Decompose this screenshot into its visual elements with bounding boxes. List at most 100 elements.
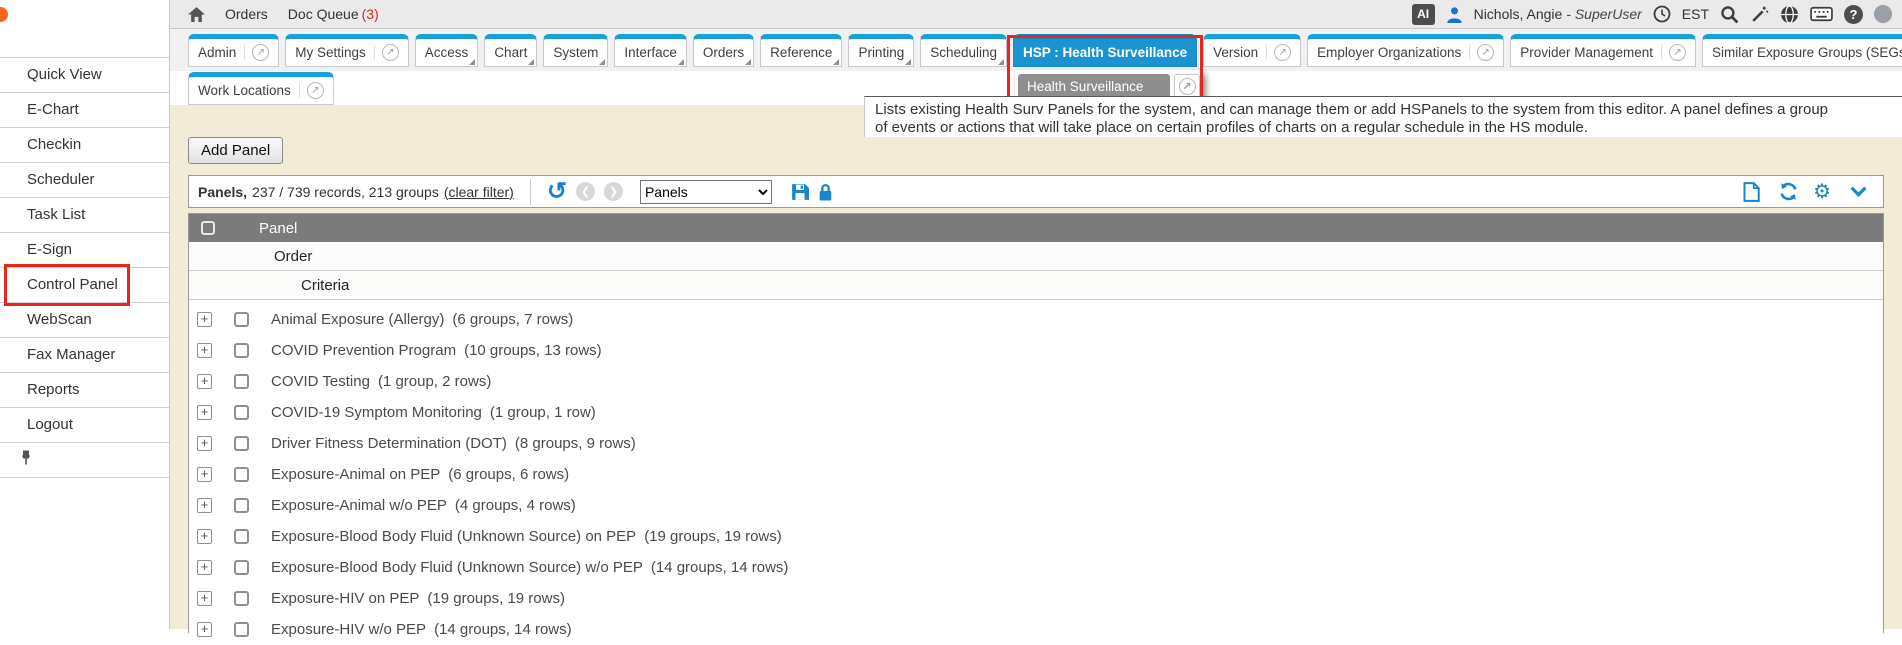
tab-similar-exposure-groups[interactable]: Similar Exposure Groups (SEGs) bbox=[1702, 34, 1902, 67]
user-icon[interactable] bbox=[1446, 6, 1463, 23]
keyboard-icon[interactable] bbox=[1810, 6, 1833, 22]
menu-item-health-surveillance[interactable]: Health Surveillance bbox=[1018, 74, 1170, 99]
tooltip-line-2: of events or actions that will take plac… bbox=[875, 119, 1902, 137]
row-checkbox[interactable] bbox=[234, 312, 249, 327]
sidebar-item-task-list[interactable]: Task List bbox=[0, 198, 169, 233]
tab-hsp-health-surveillance[interactable]: HSP : Health Surveillance Health Surveil… bbox=[1013, 34, 1197, 67]
table-row[interactable]: Exposure-Animal w/o PEP(4 groups, 4 rows… bbox=[189, 490, 1883, 521]
record-summary: 237 / 739 records, 213 groups bbox=[252, 184, 439, 200]
help-icon[interactable]: ? bbox=[1844, 5, 1863, 24]
select-all-checkbox[interactable] bbox=[201, 221, 215, 235]
expand-icon[interactable] bbox=[197, 312, 212, 327]
tab-employer-organizations[interactable]: Employer Organizations bbox=[1307, 34, 1504, 67]
view-select[interactable]: Panels bbox=[640, 180, 772, 204]
table-row[interactable]: Exposure-Blood Body Fluid (Unknown Sourc… bbox=[189, 521, 1883, 552]
open-in-new-icon[interactable] bbox=[1477, 44, 1494, 61]
expand-icon[interactable] bbox=[197, 343, 212, 358]
tab-my-settings[interactable]: My Settings bbox=[285, 34, 409, 67]
pin-icon[interactable] bbox=[20, 449, 32, 471]
refresh-icon[interactable] bbox=[1779, 182, 1798, 201]
tab-orders[interactable]: Orders bbox=[693, 34, 754, 67]
gear-icon[interactable]: ⚙ bbox=[1813, 182, 1831, 202]
sidebar-item-webscan[interactable]: WebScan bbox=[0, 303, 169, 338]
row-checkbox[interactable] bbox=[234, 436, 249, 451]
row-checkbox[interactable] bbox=[234, 374, 249, 389]
tab-access[interactable]: Access bbox=[415, 34, 479, 67]
row-checkbox[interactable] bbox=[234, 343, 249, 358]
open-in-new-icon[interactable] bbox=[1174, 74, 1200, 99]
sidebar-item-e-sign[interactable]: E-Sign bbox=[0, 233, 169, 268]
open-in-new-icon[interactable] bbox=[307, 82, 324, 99]
wand-icon[interactable] bbox=[1750, 5, 1769, 24]
sidebar-item-reports[interactable]: Reports bbox=[0, 373, 169, 408]
tab-interface[interactable]: Interface bbox=[614, 34, 687, 67]
expand-icon[interactable] bbox=[197, 591, 212, 606]
nav-back-icon[interactable]: ❮ bbox=[576, 182, 595, 201]
tab-printing[interactable]: Printing bbox=[848, 34, 914, 67]
doc-queue-link[interactable]: Doc Queue(3) bbox=[288, 6, 379, 22]
sub-header-criteria: Criteria bbox=[189, 271, 1883, 300]
new-record-icon[interactable] bbox=[1743, 182, 1760, 202]
clock-icon[interactable] bbox=[1653, 5, 1671, 23]
table-row[interactable]: Animal Exposure (Allergy)(6 groups, 7 ro… bbox=[189, 304, 1883, 335]
row-checkbox[interactable] bbox=[234, 467, 249, 482]
row-checkbox[interactable] bbox=[234, 622, 249, 637]
tab-provider-management[interactable]: Provider Management bbox=[1510, 34, 1696, 67]
sidebar-item-checkin[interactable]: Checkin bbox=[0, 128, 169, 163]
tab-scheduling[interactable]: Scheduling bbox=[920, 34, 1007, 67]
lock-icon[interactable] bbox=[818, 183, 833, 201]
table-row[interactable]: Driver Fitness Determination (DOT)(8 gro… bbox=[189, 428, 1883, 459]
table-row[interactable]: COVID Testing(1 group, 2 rows) bbox=[189, 366, 1883, 397]
table-row[interactable]: Exposure-Blood Body Fluid (Unknown Sourc… bbox=[189, 552, 1883, 583]
tab-version[interactable]: Version bbox=[1203, 34, 1301, 67]
expand-icon[interactable] bbox=[197, 560, 212, 575]
expand-icon[interactable] bbox=[197, 529, 212, 544]
expand-icon[interactable] bbox=[197, 374, 212, 389]
expand-icon[interactable] bbox=[197, 436, 212, 451]
table-row[interactable]: Exposure-HIV w/o PEP(14 groups, 14 rows) bbox=[189, 614, 1883, 645]
table-row[interactable]: Exposure-Animal on PEP(6 groups, 6 rows) bbox=[189, 459, 1883, 490]
toolbar-divider bbox=[530, 179, 531, 205]
sidebar-item-fax-manager[interactable]: Fax Manager bbox=[0, 338, 169, 373]
tab-admin[interactable]: Admin bbox=[188, 34, 279, 67]
table-row[interactable]: COVID-19 Symptom Monitoring(1 group, 1 r… bbox=[189, 397, 1883, 428]
sidebar-item-scheduler[interactable]: Scheduler bbox=[0, 163, 169, 198]
row-checkbox[interactable] bbox=[234, 405, 249, 420]
hsp-tooltip: Lists existing Health Surv Panels for th… bbox=[864, 96, 1902, 137]
open-in-new-icon[interactable] bbox=[1669, 44, 1686, 61]
save-icon[interactable] bbox=[791, 183, 809, 201]
row-checkbox[interactable] bbox=[234, 529, 249, 544]
expand-icon[interactable] bbox=[197, 405, 212, 420]
collapse-chevron-icon[interactable] bbox=[1850, 186, 1867, 197]
search-icon[interactable] bbox=[1720, 5, 1739, 24]
open-in-new-icon[interactable] bbox=[382, 44, 399, 61]
orders-link[interactable]: Orders bbox=[225, 6, 268, 22]
grid-title: Panels, bbox=[198, 184, 247, 200]
row-checkbox[interactable] bbox=[234, 498, 249, 513]
table-row[interactable]: COVID Prevention Program(10 groups, 13 r… bbox=[189, 335, 1883, 366]
user-name[interactable]: Nichols, Angie- SuperUser bbox=[1474, 6, 1642, 22]
globe-icon[interactable] bbox=[1780, 5, 1799, 24]
expand-icon[interactable] bbox=[197, 467, 212, 482]
table-row[interactable]: Exposure-HIV on PEP(19 groups, 19 rows) bbox=[189, 583, 1883, 614]
nav-forward-icon[interactable]: ❯ bbox=[604, 182, 623, 201]
undo-icon[interactable]: ↺ bbox=[547, 182, 567, 202]
tab-work-locations[interactable]: Work Locations bbox=[188, 72, 334, 105]
clear-filter-link[interactable]: (clear filter) bbox=[444, 184, 514, 200]
open-in-new-icon[interactable] bbox=[1274, 44, 1291, 61]
sidebar-item-control-panel[interactable]: Control Panel bbox=[0, 268, 169, 303]
expand-icon[interactable] bbox=[197, 622, 212, 637]
expand-icon[interactable] bbox=[197, 498, 212, 513]
add-panel-button[interactable]: Add Panel bbox=[188, 137, 283, 164]
tab-chart[interactable]: Chart bbox=[484, 34, 537, 67]
sidebar-item-logout[interactable]: Logout bbox=[0, 408, 169, 443]
row-checkbox[interactable] bbox=[234, 591, 249, 606]
row-checkbox[interactable] bbox=[234, 560, 249, 575]
tab-reference[interactable]: Reference bbox=[760, 34, 842, 67]
sidebar-item-e-chart[interactable]: E-Chart bbox=[0, 93, 169, 128]
tab-system[interactable]: System bbox=[543, 34, 608, 67]
home-icon[interactable] bbox=[188, 7, 205, 22]
open-in-new-icon[interactable] bbox=[252, 44, 269, 61]
sidebar: Quick View E-Chart Checkin Scheduler Tas… bbox=[0, 0, 170, 629]
sidebar-item-quick-view[interactable]: Quick View bbox=[0, 58, 169, 93]
